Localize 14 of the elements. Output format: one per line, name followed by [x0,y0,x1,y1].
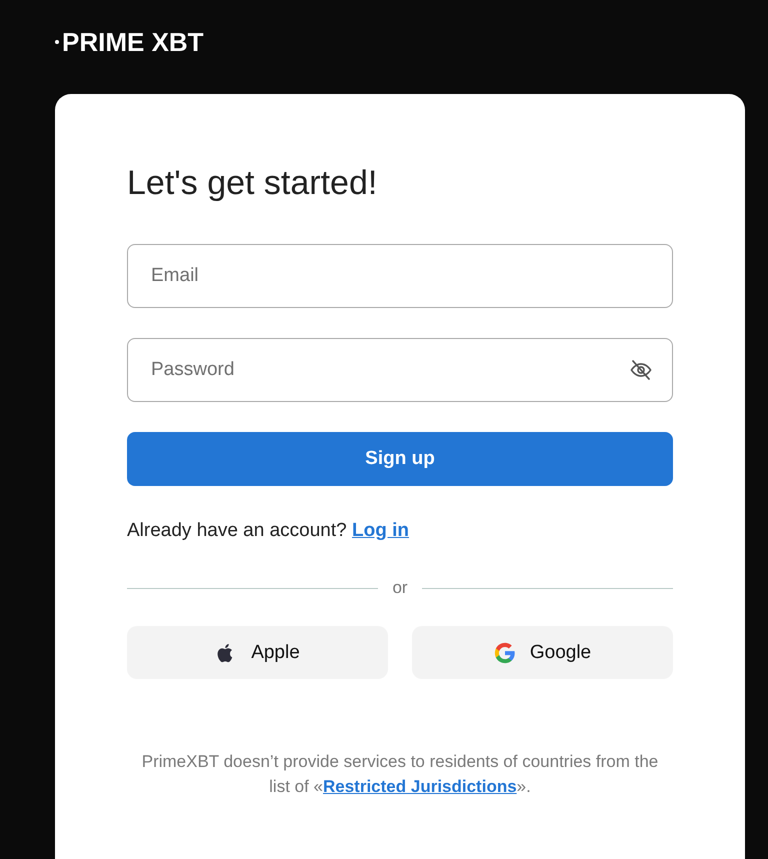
google-sign-in-button[interactable]: Google [412,626,673,679]
logo: PRIME XBT [55,26,204,58]
disclaimer-text: PrimeXBT doesn’t provide services to residents of countries from the list of «Restricted Jurisdictions». [140,751,660,798]
sign-up-button[interactable]: Sign up [127,432,673,486]
password-field[interactable]: Password [127,338,673,402]
google-icon [494,642,516,664]
eye-slash-icon[interactable] [629,358,653,382]
restricted-jurisdictions-link[interactable]: Restricted Jurisdictions [323,777,517,796]
login-prompt: Already have an account? Log in [127,519,410,543]
apple-sign-in-button[interactable]: Apple [127,626,388,679]
log-in-link[interactable]: Log in [352,520,409,541]
form-title: Let's get started! [127,163,378,204]
email-field[interactable]: Email [127,244,673,308]
divider-label: or [392,578,408,598]
